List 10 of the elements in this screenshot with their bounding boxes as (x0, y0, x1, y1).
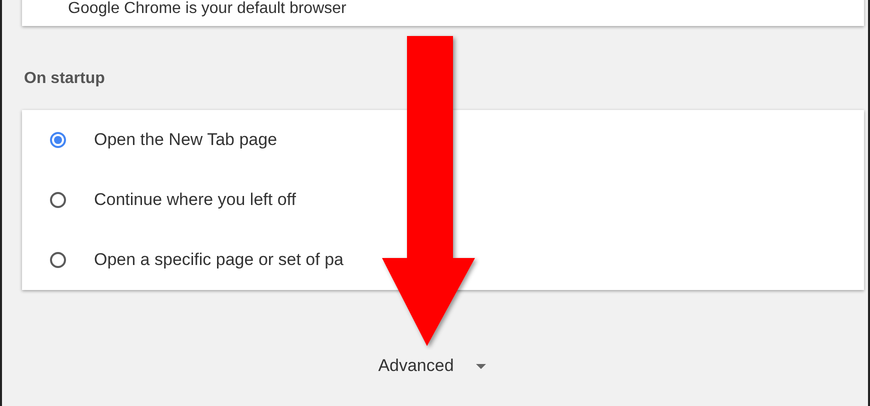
option-label: Continue where you left off (94, 190, 296, 210)
radio-button[interactable] (50, 132, 66, 148)
option-label: Open the New Tab page (94, 130, 278, 150)
radio-button[interactable] (50, 192, 66, 208)
radio-button[interactable] (50, 252, 66, 268)
section-heading: On startup (24, 70, 106, 89)
caret-icon (476, 364, 486, 368)
option-label: Open a specific page or set of pa (94, 250, 344, 270)
advanced-button[interactable]: Advanced (374, 352, 490, 380)
default-browser-text: Google Chrome is your default browser (68, 0, 346, 18)
